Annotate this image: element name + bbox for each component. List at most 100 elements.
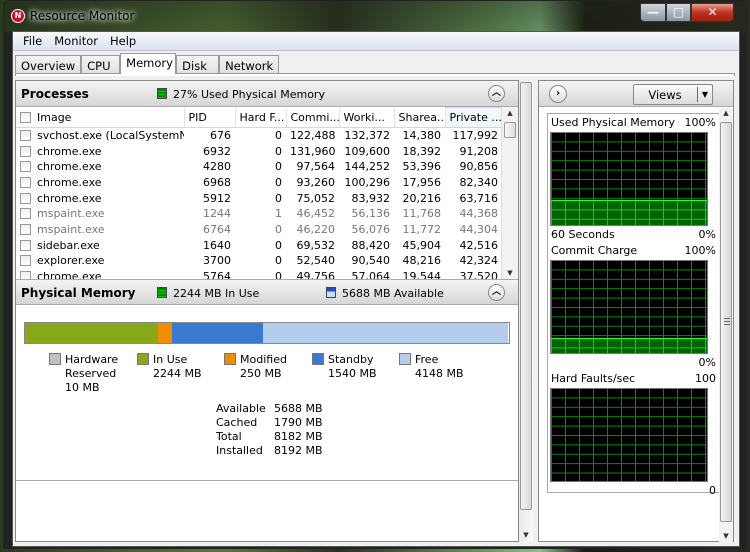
chevron-down-icon[interactable]: ▼	[697, 87, 712, 102]
legend-label: Standby	[328, 353, 374, 366]
cell-shareable: 45,904	[402, 238, 442, 252]
row-checkbox[interactable]	[20, 223, 31, 235]
graph-hard-faults	[550, 388, 708, 482]
cell-image: chrome.exe	[16, 175, 184, 191]
menu-help[interactable]: Help	[104, 32, 142, 50]
cell-commit: 93,260	[296, 175, 336, 189]
main-scroll-thumb[interactable]	[520, 82, 532, 510]
graph-pane: › Views ▼ Used Physical Memory 100% 60 S…	[538, 80, 734, 542]
table-row[interactable]: chrome.exe 5912 0 75,052 83,932 20,216 63,716	[16, 190, 502, 206]
stat-cached: Cached 1790 MB	[216, 416, 323, 430]
physical-memory-collapse-button[interactable]: ︿	[488, 284, 505, 301]
menu-file[interactable]: File	[17, 32, 48, 50]
column-hard-faults[interactable]: Hard F...	[235, 107, 287, 128]
processes-collapse-button[interactable]: ︿	[488, 85, 505, 102]
process-name: mspaint.exe	[37, 207, 105, 221]
table-row[interactable]: chrome.exe 6968 0 93,260 100,296 17,956 82,340	[16, 175, 502, 191]
views-dropdown[interactable]: Views ▼	[633, 84, 713, 105]
close-button[interactable]: ✕	[691, 3, 734, 22]
row-checkbox[interactable]	[20, 255, 31, 267]
available-gauge-icon	[326, 287, 336, 298]
client-area: File Monitor Help Overview CPU Memory Di…	[12, 31, 740, 547]
cell-image: chrome.exe	[16, 159, 184, 175]
stat-label: Total	[216, 430, 242, 443]
graph-used-physical-fill	[551, 200, 707, 225]
tab-cpu[interactable]: CPU	[81, 55, 121, 74]
processes-table-body: svchost.exe (LocalSystemNet... 676 0 122,48…	[16, 128, 502, 279]
row-checkbox[interactable]	[20, 271, 31, 279]
scroll-up-icon[interactable]: ▲	[502, 109, 518, 117]
scroll-up-icon[interactable]: ▲	[718, 109, 734, 117]
expand-pane-button[interactable]: ›	[549, 85, 567, 103]
graph-used-physical-max: 100%	[684, 116, 716, 129]
tab-memory[interactable]: Memory	[120, 53, 177, 74]
graph-pane-scrollbar[interactable]: ▲ ▼	[719, 108, 733, 542]
cell-pid: 4280	[203, 160, 231, 174]
row-checkbox[interactable]	[20, 176, 31, 188]
row-checkbox[interactable]	[20, 145, 31, 157]
row-checkbox[interactable]	[20, 192, 31, 204]
table-row[interactable]: mspaint.exe 6764 0 46,220 56,076 11,772 44,304	[16, 222, 502, 238]
tab-network[interactable]: Network	[219, 55, 280, 74]
menu-monitor[interactable]: Monitor	[48, 32, 104, 50]
tab-overview[interactable]: Overview	[15, 55, 82, 74]
cell-hard-faults: 0	[275, 175, 282, 189]
table-row[interactable]: chrome.exe 6932 0 131,960 109,600 18,392 91,20…	[16, 143, 502, 159]
column-shareable[interactable]: Sharea...	[394, 107, 446, 128]
column-image[interactable]: Image	[16, 107, 185, 128]
cell-commit: 52,540	[296, 254, 336, 268]
row-checkbox[interactable]	[20, 239, 31, 251]
cell-shareable: 53,396	[402, 160, 442, 174]
stat-total: Total 8182 MB	[216, 430, 323, 444]
legend-modified: Modified 250 MB	[224, 353, 287, 381]
main-scrollbar[interactable]: ▼	[519, 80, 533, 542]
graph-used-physical-memory	[550, 132, 708, 226]
title-bar[interactable]: N Resource Monitor — □ ✕	[4, 1, 746, 31]
processes-header[interactable]: Processes 27% Used Physical Memory ︿	[16, 81, 518, 107]
cell-pid: 676	[210, 129, 231, 143]
maximize-button[interactable]: □	[666, 3, 691, 22]
cell-working: 83,932	[351, 191, 391, 205]
graph-pane-scroll-thumb[interactable]	[720, 122, 732, 522]
legend-label: Free	[415, 353, 439, 366]
legend-value: 250 MB	[240, 367, 282, 380]
table-row[interactable]: sidebar.exe 1640 0 69,532 88,420 45,904 42,516	[16, 237, 502, 253]
cell-pid: 5912	[203, 191, 231, 205]
cell-hard-faults: 0	[275, 144, 282, 158]
resource-monitor-icon: N	[11, 9, 25, 23]
tab-strip: Overview CPU Memory Disk Network	[15, 53, 280, 74]
process-name: svchost.exe (LocalSystemNet...	[37, 129, 184, 143]
row-checkbox[interactable]	[20, 161, 31, 173]
column-working-set[interactable]: Worki...	[339, 107, 395, 128]
table-row[interactable]: mspaint.exe 1244 1 46,452 56,136 11,768 44,368	[16, 206, 502, 222]
select-all-checkbox[interactable]	[20, 111, 31, 123]
minimize-button[interactable]: —	[640, 3, 666, 22]
processes-scroll-thumb[interactable]	[504, 122, 516, 138]
memory-usage-bar	[24, 322, 510, 344]
scroll-down-icon[interactable]: ▼	[718, 532, 734, 540]
cell-hard-faults: 0	[275, 129, 282, 143]
processes-scrollbar[interactable]: ▲ ▼	[501, 107, 518, 279]
in-use-swatch	[137, 353, 149, 365]
table-row[interactable]: chrome.exe 4280 0 97,564 144,252 53,396 90,856	[16, 159, 502, 175]
row-checkbox[interactable]	[20, 208, 31, 220]
table-row[interactable]: svchost.exe (LocalSystemNet... 676 0 122,48…	[16, 128, 502, 144]
tab-disk[interactable]: Disk	[176, 55, 220, 74]
cell-private: 42,516	[459, 238, 499, 252]
cell-private: 91,208	[459, 144, 499, 158]
table-row[interactable]: explorer.exe 3700 0 52,540 90,540 48,216 42,32…	[16, 253, 502, 269]
scroll-down-icon[interactable]: ▼	[518, 531, 534, 539]
column-commit[interactable]: Commi...	[286, 107, 340, 128]
cell-working: 56,076	[351, 222, 391, 236]
graph-commit-charge	[550, 260, 708, 354]
cell-image: mspaint.exe	[16, 206, 184, 222]
row-checkbox[interactable]	[20, 130, 31, 142]
scroll-down-icon[interactable]: ▼	[502, 269, 518, 277]
cell-pid: 3700	[203, 254, 231, 268]
table-row[interactable]: chrome.exe 5764 0 49,756 57,064 19,544 37,520	[16, 269, 502, 279]
column-pid[interactable]: PID	[184, 107, 236, 128]
cell-pid: 6764	[203, 222, 231, 236]
column-private[interactable]: Private ...	[444, 107, 503, 128]
used-memory-gauge-icon	[157, 88, 167, 99]
physical-memory-header[interactable]: Physical Memory 2244 MB In Use 5688 MB A…	[16, 279, 518, 305]
